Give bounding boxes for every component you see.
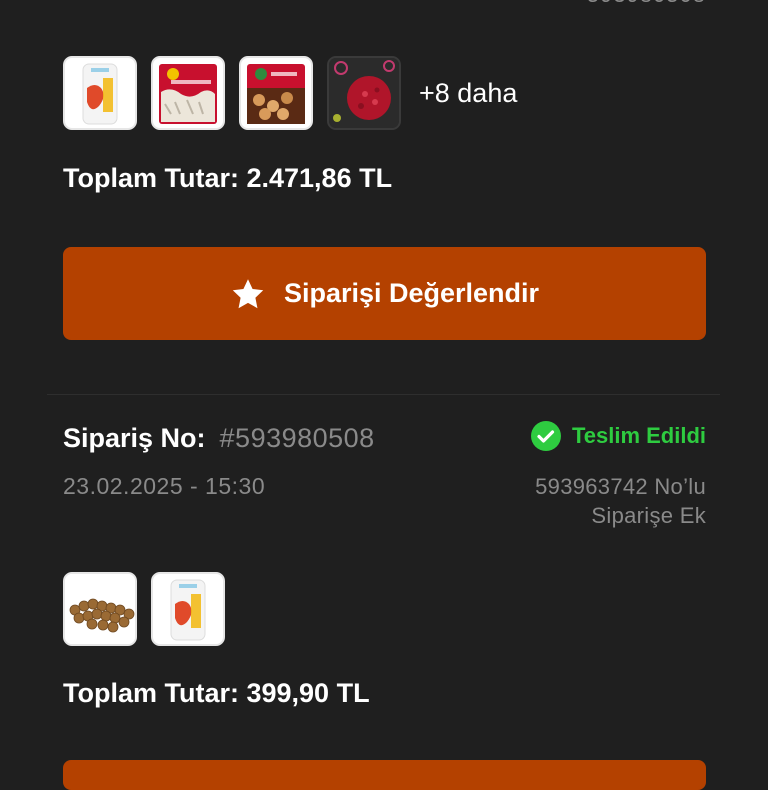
order-status-badge: Teslim Edildi [530,420,706,452]
order-divider [47,394,720,395]
rate-order-button[interactable] [63,760,706,790]
product-thumbnail-meat[interactable] [327,56,401,130]
ground-meat-image [329,58,399,128]
product-thumbnail-milk[interactable] [63,56,137,130]
product-thumbnail-hazelnut[interactable] [63,572,137,646]
order-number-label: Sipariş No: [63,423,206,453]
order-status-text: Teslim Edildi [571,423,706,448]
rate-order-label: Siparişi Değerlendir [283,278,540,308]
hazelnut-image [65,574,135,644]
product-thumbnail-mulberry[interactable] [151,56,225,130]
dried-mulberry-pack-image [159,64,217,124]
order-number-value: #593980508 [219,423,375,453]
order-total: Toplam Tutar: 399,90 TL [63,678,370,708]
addon-order-note[interactable]: 593963742 No’lu Siparişe Ek [535,472,706,530]
rate-order-button[interactable]: Siparişi Değerlendir [63,247,706,340]
check-circle-icon [530,420,562,452]
milk-jug-image [82,63,118,125]
order-product-thumbnails[interactable]: +8 daha [63,56,517,130]
milk-jug-image [170,579,206,641]
order-total: Toplam Tutar: 2.471,86 TL [63,163,393,193]
more-products-label[interactable]: +8 daha [419,78,517,109]
previous-order-number: 593980508 [0,0,706,8]
addon-order-line-2: Siparişe Ek [591,503,706,528]
snack-pack-image [247,64,305,124]
product-thumbnail-milk[interactable] [151,572,225,646]
order-number-row: Sipariş No: #593980508 [63,423,375,454]
order-date: 23.02.2025 - 15:30 [63,473,266,499]
product-thumbnail-snack[interactable] [239,56,313,130]
addon-order-line-1: 593963742 No’lu [535,474,706,499]
order-product-thumbnails[interactable] [63,572,239,646]
star-icon [230,277,266,311]
